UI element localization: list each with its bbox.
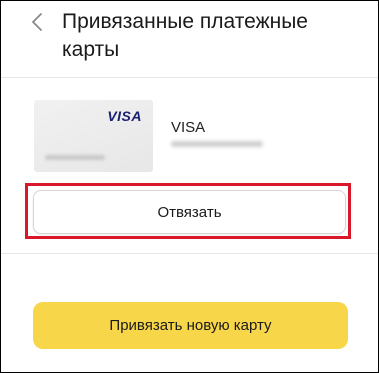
divider [1,253,378,254]
page-title: Привязанные платежные карты [62,10,308,61]
back-button[interactable] [28,12,48,32]
card-number-blurred [171,141,263,147]
add-new-card-button[interactable]: Привязать новую карту [33,302,348,349]
visa-logo: VISA [107,108,142,124]
chevron-left-icon [32,13,42,31]
card-thumbnail: VISA [34,100,153,172]
card-brand-label: VISA [171,119,206,136]
unlink-card-button[interactable]: Отвязать [33,190,346,234]
card-number-masked-icon [45,155,105,160]
divider [1,77,378,78]
